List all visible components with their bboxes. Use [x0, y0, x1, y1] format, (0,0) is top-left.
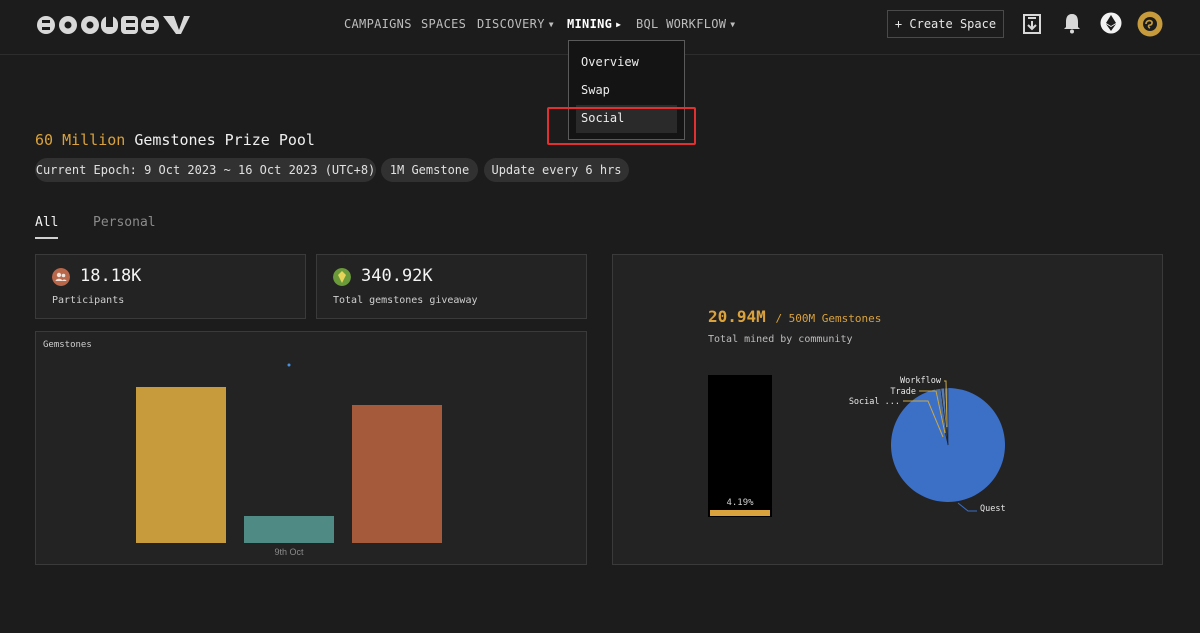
- nav-spaces[interactable]: SPACES: [421, 17, 466, 31]
- pie-label: Social ...: [849, 397, 900, 407]
- menu-item-overview[interactable]: Overview: [581, 55, 639, 69]
- giveaway-value: 340.92K: [361, 266, 433, 286]
- bell-icon[interactable]: [1062, 12, 1082, 34]
- mined-summary: 20.94M / 500M Gemstones: [708, 307, 881, 326]
- pie-label: Quest: [980, 504, 1006, 514]
- nav-bql-workflow[interactable]: BQL WORKFLOW ▼: [636, 17, 735, 31]
- users-icon: [52, 268, 70, 286]
- page-title: 60 Million Gemstones Prize Pool: [35, 131, 315, 149]
- tab-personal[interactable]: Personal: [93, 215, 156, 230]
- update-badge: Update every 6 hrs: [484, 158, 629, 182]
- nav-bql-workflow-label: BQL WORKFLOW: [636, 17, 727, 31]
- giveaway-label: Total gemstones giveaway: [333, 295, 478, 306]
- epoch-badge: Current Epoch: 9 Oct 2023 ~ 16 Oct 2023 …: [35, 158, 376, 182]
- gemstones-bar-1[interactable]: [136, 387, 226, 543]
- nav-discovery-label: DISCOVERY: [477, 17, 545, 31]
- pie-leader-line: [957, 502, 977, 512]
- progress-value-label: 4.19%: [726, 498, 754, 508]
- gemstones-bar-3[interactable]: [352, 405, 442, 543]
- pie-label: Workflow: [900, 376, 942, 386]
- nav-campaigns[interactable]: CAMPAIGNS: [344, 17, 412, 31]
- gemstone-icon: [333, 268, 351, 286]
- prize-amount: 60 Million: [35, 131, 126, 149]
- giveaway-card: 340.92K Total gemstones giveaway: [316, 254, 587, 319]
- ethereum-icon[interactable]: [1100, 12, 1122, 34]
- gemstones-chart-card: Gemstones 9th Oct: [35, 331, 587, 565]
- chevron-down-icon: ▼: [730, 20, 736, 29]
- mining-progress-bar: 4.19%: [708, 375, 772, 517]
- progress-track: [708, 375, 772, 517]
- gemstones-bar-2[interactable]: [244, 516, 334, 543]
- gemstone-badge: 1M Gemstone: [381, 158, 478, 182]
- participants-value: 18.18K: [80, 266, 142, 286]
- mining-source-pie-chart: Quest Social ...TradeWorkflow: [849, 376, 1006, 514]
- nav-campaigns-label: CAMPAIGNS: [344, 17, 412, 31]
- tab-all[interactable]: All: [35, 215, 58, 230]
- pie-label: Trade: [890, 387, 916, 397]
- chevron-right-icon: ▶: [616, 20, 622, 29]
- gemstones-bar-chart: 9th Oct: [136, 363, 442, 557]
- participants-label: Participants: [52, 295, 125, 306]
- tab-all-underline: [35, 237, 58, 239]
- menu-item-swap[interactable]: Swap: [581, 83, 610, 97]
- soquest-logo[interactable]: [35, 12, 191, 38]
- chart-marker-dot: [287, 363, 291, 367]
- prize-title: Gemstones Prize Pool: [134, 131, 315, 149]
- chevron-down-icon: ▼: [548, 20, 554, 29]
- nav-spaces-label: SPACES: [421, 17, 467, 31]
- download-icon[interactable]: [1022, 13, 1042, 35]
- nav-discovery[interactable]: DISCOVERY ▼: [477, 17, 554, 31]
- mining-summary-card: 20.94M / 500M Gemstones Total mined by c…: [612, 254, 1163, 565]
- nav-mining[interactable]: MINING ▶: [567, 17, 621, 31]
- x-tick-label: 9th Oct: [274, 547, 304, 557]
- progress-fill: [710, 510, 770, 516]
- highlight-box-social: [547, 107, 696, 145]
- mined-total: / 500M Gemstones: [775, 312, 882, 325]
- avatar[interactable]: [1137, 11, 1163, 37]
- nav-mining-label: MINING: [567, 17, 613, 31]
- mined-value: 20.94M: [708, 307, 766, 326]
- create-space-button[interactable]: + Create Space: [887, 10, 1004, 38]
- mined-label: Total mined by community: [708, 334, 853, 345]
- participants-card: 18.18K Participants: [35, 254, 306, 319]
